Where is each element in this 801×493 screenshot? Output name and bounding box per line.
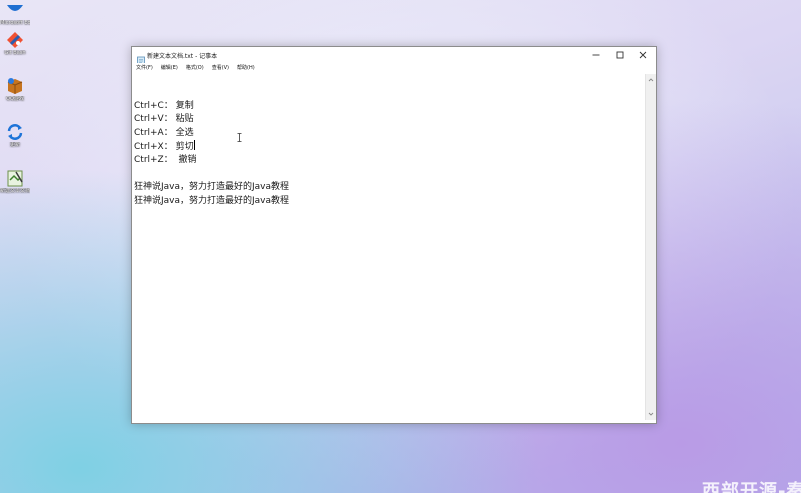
desktop-icon-label: Git Bash [4,50,26,56]
scroll-down-icon[interactable] [646,410,656,418]
maximize-button[interactable] [609,47,631,63]
vertical-scrollbar[interactable] [645,74,656,420]
maximize-icon [616,51,624,59]
minimize-icon [592,54,600,56]
text-line [134,168,289,182]
menu-file[interactable]: 文件(F) [136,63,153,73]
desktop-icon-edge[interactable]: Microsoft Edge [0,0,30,26]
menu-format[interactable]: 格式(O) [186,63,204,73]
minimize-button[interactable] [585,47,607,63]
notepad-file-icon [5,168,25,188]
video-watermark: 西部开源-秦 [702,481,801,493]
text-line: Ctrl+X： 剪切 [134,142,194,153]
ibeam-cursor-icon [237,133,242,142]
desktop-icon-update[interactable]: 更新 [0,122,30,148]
desktop-icon-qq-game[interactable]: QQ游戏 [0,76,30,102]
menu-bar: 文件(F) 编辑(E) 格式(O) 查看(V) 帮助(H) [132,63,656,73]
text-line: 狂神说Java，努力打造最好的Java教程 [134,195,290,206]
text-line-with-caret: Ctrl+X： 剪切 [134,140,289,154]
notepad-window: 新建文本文档.txt - 记事本 文件(F) 编辑(E) 格式(O) 查看(V)… [131,46,657,424]
desktop-icon-git-bash[interactable]: Git Bash [0,30,30,56]
text-line: Ctrl+A： 全选 [134,127,194,138]
text-line: Ctrl+Z： 撤销 [134,154,197,165]
menu-help[interactable]: 帮助(H) [237,63,255,73]
close-button[interactable] [632,47,654,63]
close-icon [639,51,647,59]
game-box-icon [5,76,25,96]
text-editor[interactable]: Ctrl+C： 复制 Ctrl+V： 粘贴 Ctrl+A： 全选 Ctrl+X：… [133,74,644,460]
text-line: Ctrl+C： 复制 [134,100,194,111]
desktop-icon-label: 新建文本文档 .txt [0,188,30,194]
menu-view[interactable]: 查看(V) [212,63,229,73]
text-line [134,86,289,100]
scroll-up-icon[interactable] [646,76,656,84]
desktop-icon-text-file[interactable]: 新建文本文档 .txt [0,168,30,194]
desktop-icon-label: 更新 [9,142,20,148]
refresh-icon [5,122,25,142]
editor-content: Ctrl+C： 复制 Ctrl+V： 粘贴 Ctrl+A： 全选 Ctrl+X：… [134,86,289,208]
edge-icon [5,0,25,20]
window-title: 新建文本文档.txt - 记事本 [147,53,218,60]
menu-edit[interactable]: 编辑(E) [161,63,178,73]
text-line: 狂神说Java，努力打造最好的Java教程 [134,182,290,193]
text-line: Ctrl+V： 粘贴 [134,114,194,125]
title-bar[interactable]: 新建文本文档.txt - 记事本 [132,47,656,65]
text-caret [194,140,196,151]
desktop-icon-label: QQ游戏 [6,96,24,102]
desktop: Microsoft Edge Git Bash QQ游戏 [0,0,801,493]
desktop-icon-label: Microsoft Edge [0,20,30,26]
git-bash-icon [5,30,25,50]
